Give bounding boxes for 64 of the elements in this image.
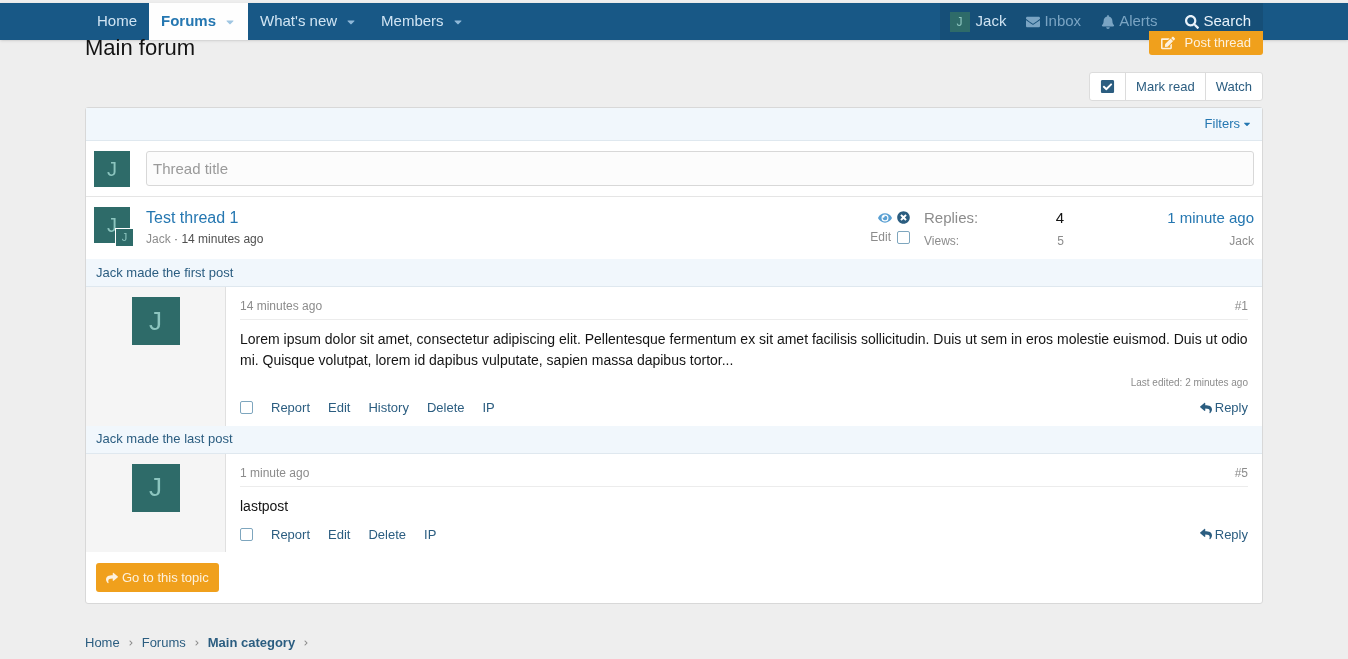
chevron-icon <box>127 639 134 646</box>
action-button[interactable]: Mark read <box>1126 73 1206 100</box>
reply-icon <box>1199 401 1212 414</box>
avatar: J <box>115 228 134 247</box>
thread-author[interactable]: Jack <box>146 232 171 246</box>
post-action-link[interactable]: Edit <box>328 398 351 418</box>
post-body: Lorem ipsum dolor sit amet, consectetur adipiscing elit. Pellentesque fermentum ex sit amet facilisis sollicitudin. Duis ut sem in eros molestie euismod. Duis ut odio mi. Quisque volutpat, lorem id dapibus vulputate, sapien massa dapibus tortor... <box>240 330 1248 370</box>
edit-icon <box>1160 36 1175 50</box>
action-button[interactable]: Watch <box>1205 73 1262 100</box>
post-action-link[interactable]: History <box>368 398 409 418</box>
bell-icon <box>1101 14 1116 29</box>
chevron-icon <box>303 639 310 646</box>
reply-icon <box>1199 528 1212 541</box>
reply-link[interactable]: Reply <box>1199 398 1248 418</box>
post-action-link[interactable]: Report <box>271 398 311 418</box>
alerts-link[interactable]: Alerts <box>1101 10 1158 33</box>
post-time[interactable]: 14 minutes ago <box>240 297 323 315</box>
reply-link[interactable]: Reply <box>1199 524 1248 544</box>
checkbox[interactable] <box>240 401 253 415</box>
chevron-icon <box>193 639 200 646</box>
replies-count: 4 <box>1055 208 1064 228</box>
search-link[interactable]: Search <box>1177 10 1253 33</box>
post-action-link[interactable]: Delete <box>368 524 406 544</box>
avatar: J <box>94 150 130 187</box>
inbox-link[interactable]: Inbox <box>1026 10 1082 33</box>
nav-tab[interactable]: Forums <box>149 3 249 40</box>
post-time[interactable]: 1 minute ago <box>240 463 310 482</box>
replies-label: Replies: <box>924 208 979 228</box>
post-action-link[interactable]: IP <box>424 524 437 544</box>
post-action-link[interactable]: Edit <box>328 524 351 544</box>
envelope-icon <box>1026 14 1041 29</box>
last-edited: Last edited: 2 minutes ago <box>1129 376 1248 390</box>
checkbox[interactable] <box>240 527 253 541</box>
views-label: Views: <box>924 232 960 250</box>
avatar: J <box>949 11 970 32</box>
breadcrumb-link[interactable]: Home <box>85 633 120 653</box>
filters-menu[interactable]: Filters <box>1204 114 1252 134</box>
post-label: Jack made the first post <box>86 259 1262 287</box>
share-arrow-icon <box>106 571 118 584</box>
last-post-user[interactable]: Jack <box>1064 231 1254 250</box>
views-count: 5 <box>1057 232 1064 250</box>
post-body: lastpost <box>240 496 290 516</box>
post-action-link[interactable]: Delete <box>426 398 465 418</box>
post-action-link[interactable]: Report <box>271 524 311 544</box>
search-icon <box>1185 14 1200 29</box>
eye-icon <box>878 211 892 225</box>
user-name[interactable]: Jack <box>975 10 1007 33</box>
thread-title-link[interactable]: Test thread 1 <box>146 207 870 229</box>
nav-tab[interactable]: What's new <box>248 3 370 40</box>
thread-age: · 14 minutes ago <box>173 232 264 246</box>
checkbox[interactable] <box>897 230 910 244</box>
post-number[interactable]: #1 <box>1234 297 1248 315</box>
breadcrumb-link[interactable]: Forums <box>141 633 186 653</box>
thread-title-field[interactable]: Thread title <box>146 151 1254 186</box>
post-label: Jack made the last post <box>86 425 1262 454</box>
checkbox-icon <box>1100 79 1116 94</box>
avatar: J <box>131 297 180 345</box>
nav-tab[interactable]: Members <box>369 3 476 40</box>
avatar: J <box>131 463 180 512</box>
post-number[interactable]: #5 <box>1234 463 1248 482</box>
breadcrumb-link[interactable]: Main category <box>207 633 296 653</box>
edit-label: Edit <box>870 229 891 246</box>
last-post-time[interactable]: 1 minute ago <box>1064 207 1254 230</box>
post-action-link[interactable]: IP <box>482 398 495 418</box>
